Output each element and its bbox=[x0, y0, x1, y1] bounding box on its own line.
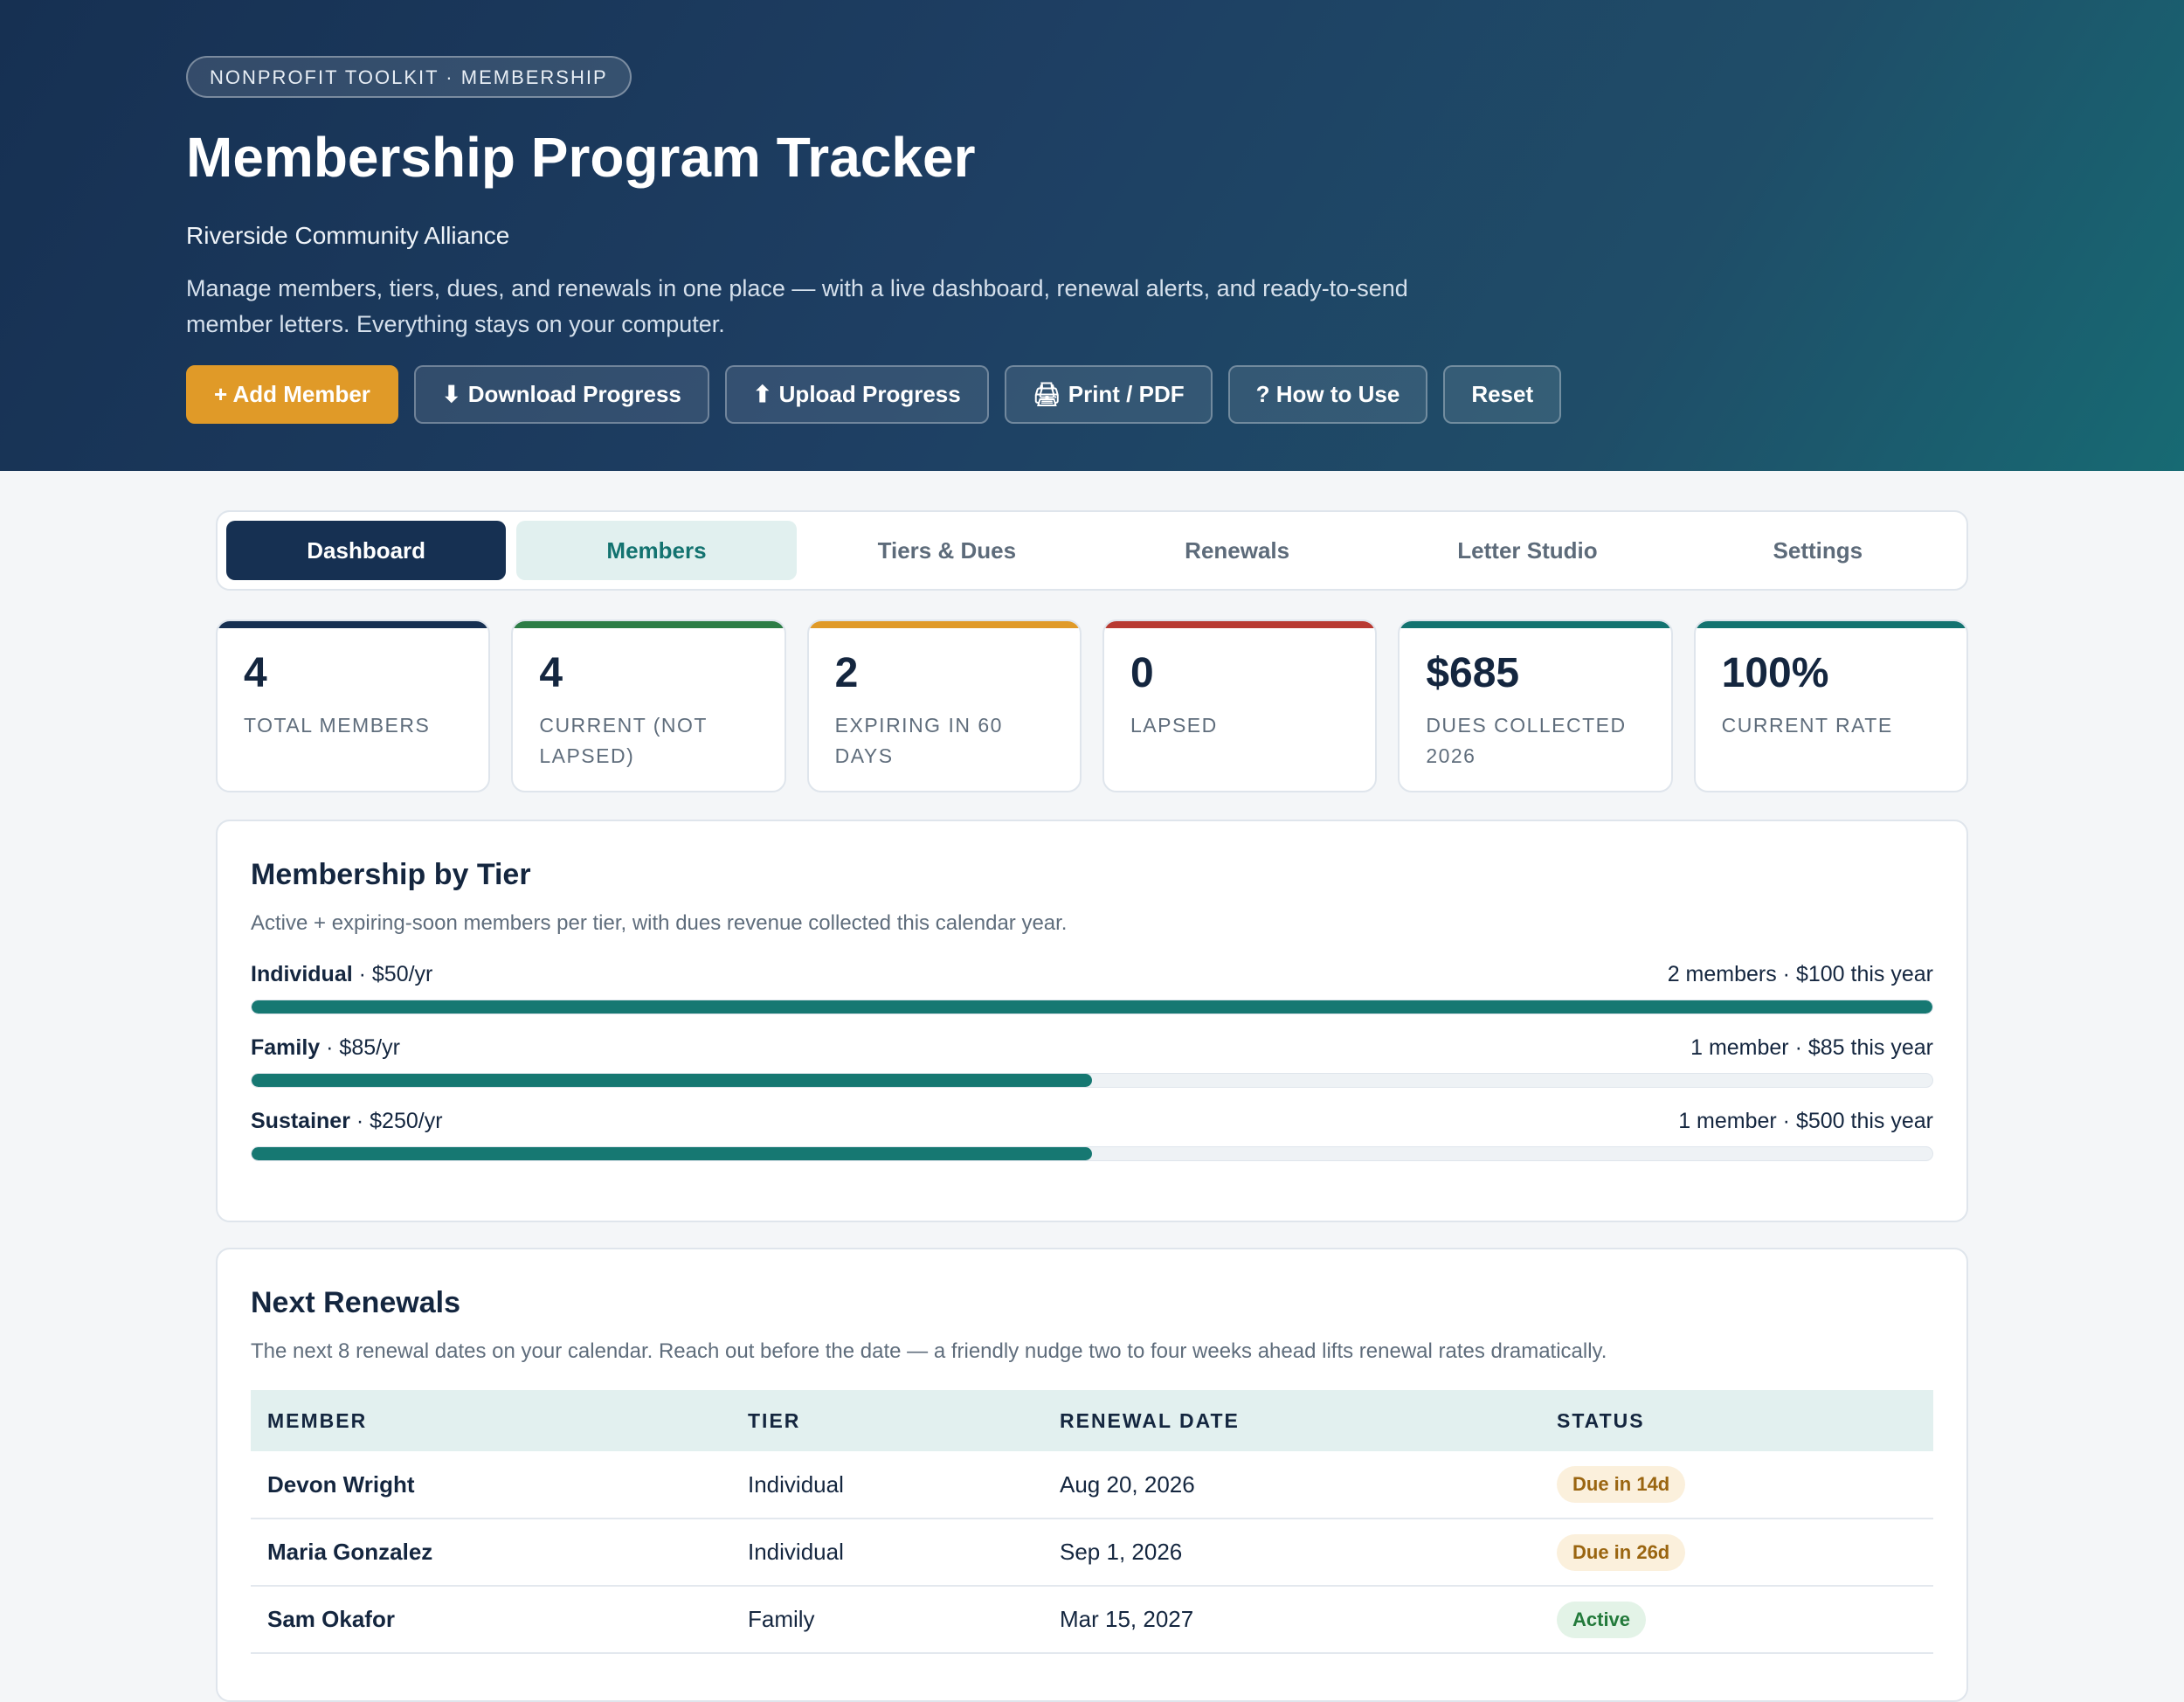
table-row: Maria Gonzalez Individual Sep 1, 2026 Du… bbox=[251, 1519, 1933, 1587]
print-pdf-button[interactable]: 🖨 Print / PDF bbox=[1004, 365, 1213, 424]
panel-subtitle: The next 8 renewal dates on your calenda… bbox=[251, 1339, 1607, 1363]
tab-dashboard[interactable]: Dashboard bbox=[226, 521, 507, 580]
stat-card-expiring: 2 Expiring in 60 days bbox=[806, 619, 1082, 792]
status-badge: Due in 26d bbox=[1557, 1533, 1686, 1571]
upload-progress-button[interactable]: ⬆ Upload Progress bbox=[724, 365, 989, 424]
stat-value: 4 bbox=[539, 650, 563, 696]
organization-name: Riverside Community Alliance bbox=[186, 222, 510, 249]
tier-price: · $50/yr bbox=[352, 962, 433, 986]
how-to-use-button[interactable]: ? How to Use bbox=[1227, 365, 1428, 424]
print-pdf-label: Print / PDF bbox=[1068, 381, 1185, 407]
tier-summary: 1 member · $85 this year bbox=[1690, 1035, 1933, 1060]
column-header-tier: TIER bbox=[748, 1408, 801, 1432]
main-tabs: Dashboard Members Tiers & Dues Renewals … bbox=[216, 510, 1968, 591]
tier-name: Individual bbox=[251, 962, 353, 986]
upload-icon: ⬆ bbox=[752, 381, 772, 407]
stat-label: Current (not lapsed) bbox=[539, 714, 708, 767]
status-badge: Active bbox=[1557, 1601, 1647, 1638]
hero-content: NONPROFIT TOOLKIT · MEMBERSHIP Membershi… bbox=[186, 56, 2021, 424]
next-renewals-panel: Next Renewals The next 8 renewal dates o… bbox=[216, 1248, 1968, 1702]
stat-cards: 4 Total Members 4 Current (not lapsed) 2… bbox=[216, 619, 1968, 792]
printer-icon: 🖨 bbox=[1032, 381, 1061, 407]
stat-card-lapsed: 0 Lapsed bbox=[1102, 619, 1378, 792]
add-member-label: + Add Member bbox=[214, 381, 370, 407]
reset-button[interactable]: Reset bbox=[1443, 365, 1562, 424]
stat-value: 2 bbox=[834, 650, 859, 696]
tier-summary: 1 member · $500 this year bbox=[1678, 1109, 1933, 1133]
action-bar: + Add Member ⬇ Download Progress ⬆ Uploa… bbox=[186, 365, 1562, 424]
table-row: Devon Wright Individual Aug 20, 2026 Due… bbox=[251, 1451, 1933, 1519]
stat-label: Dues collected 2026 bbox=[1426, 714, 1627, 767]
member-tier: Individual bbox=[731, 1451, 1043, 1519]
page-title: Membership Program Tracker bbox=[186, 126, 976, 189]
tab-settings[interactable]: Settings bbox=[1678, 521, 1958, 580]
tier-row-family: Family · $85/yr 1 member · $85 this year bbox=[251, 1035, 1933, 1088]
stat-value: 0 bbox=[1130, 650, 1154, 696]
tier-price: · $85/yr bbox=[320, 1035, 400, 1060]
stat-card-total-members: 4 Total Members bbox=[216, 619, 491, 792]
tier-progress-fill bbox=[252, 1147, 1092, 1160]
tier-row-sustainer: Sustainer · $250/yr 1 member · $500 this… bbox=[251, 1109, 1933, 1161]
panel-subtitle: Active + expiring-soon members per tier,… bbox=[251, 911, 1068, 935]
table-row: Sam Okafor Family Mar 15, 2027 Active bbox=[251, 1586, 1933, 1654]
tier-progress-fill bbox=[252, 1000, 1932, 1014]
stat-value: $685 bbox=[1426, 650, 1520, 696]
stat-value: 100% bbox=[1721, 650, 1829, 696]
tab-members[interactable]: Members bbox=[516, 521, 797, 580]
status-badge: Due in 14d bbox=[1557, 1466, 1686, 1503]
member-tier: Individual bbox=[731, 1519, 1043, 1587]
renewal-date: Mar 15, 2027 bbox=[1043, 1586, 1540, 1654]
stat-label: Current rate bbox=[1721, 714, 1893, 737]
tier-price: · $250/yr bbox=[349, 1109, 443, 1133]
stat-label: Expiring in 60 days bbox=[834, 714, 1003, 767]
renewal-date: Sep 1, 2026 bbox=[1043, 1519, 1540, 1587]
member-name: Sam Okafor bbox=[251, 1586, 731, 1654]
panel-title: Membership by Tier bbox=[251, 858, 531, 891]
table-header-row: MEMBER TIER RENEWAL DATE STATUS bbox=[251, 1390, 1933, 1451]
stat-label: Total Members bbox=[244, 714, 431, 737]
column-header-member: MEMBER bbox=[267, 1408, 368, 1432]
page-description: Manage members, tiers, dues, and renewal… bbox=[186, 275, 1408, 337]
tier-name: Family bbox=[251, 1035, 321, 1060]
stat-card-current: 4 Current (not lapsed) bbox=[511, 619, 786, 792]
stat-value: 4 bbox=[244, 650, 267, 696]
tier-progress-bar bbox=[251, 1000, 1933, 1014]
add-member-button[interactable]: + Add Member bbox=[186, 365, 398, 424]
member-tier: Family bbox=[731, 1586, 1043, 1654]
stat-card-dues-collected: $685 Dues collected 2026 bbox=[1398, 619, 1673, 792]
tier-row-individual: Individual · $50/yr 2 members · $100 thi… bbox=[251, 962, 1933, 1014]
tab-letter-studio[interactable]: Letter Studio bbox=[1387, 521, 1667, 580]
column-header-status: STATUS bbox=[1557, 1408, 1645, 1432]
eyebrow-badge: NONPROFIT TOOLKIT · MEMBERSHIP bbox=[186, 56, 632, 98]
tab-renewals[interactable]: Renewals bbox=[1097, 521, 1377, 580]
tier-progress-fill bbox=[252, 1074, 1092, 1087]
renewals-table: MEMBER TIER RENEWAL DATE STATUS Devon Wr… bbox=[251, 1390, 1933, 1654]
tier-progress-bar bbox=[251, 1073, 1933, 1088]
download-progress-button[interactable]: ⬇ Download Progress bbox=[413, 365, 709, 424]
reset-label: Reset bbox=[1471, 381, 1534, 407]
how-to-use-label: ? How to Use bbox=[1255, 381, 1400, 407]
download-icon: ⬇ bbox=[441, 381, 461, 407]
hero-header: NONPROFIT TOOLKIT · MEMBERSHIP Membershi… bbox=[0, 0, 2184, 471]
tier-summary: 2 members · $100 this year bbox=[1667, 962, 1933, 986]
column-header-renewal-date: RENEWAL DATE bbox=[1060, 1408, 1240, 1432]
tier-name: Sustainer bbox=[251, 1109, 350, 1133]
renewal-date: Aug 20, 2026 bbox=[1043, 1451, 1540, 1519]
upload-progress-label: Upload Progress bbox=[778, 381, 961, 407]
tier-progress-bar bbox=[251, 1146, 1933, 1161]
membership-by-tier-panel: Membership by Tier Active + expiring-soo… bbox=[216, 820, 1968, 1222]
stat-label: Lapsed bbox=[1130, 714, 1218, 737]
member-name: Maria Gonzalez bbox=[251, 1519, 731, 1587]
tab-tiers-dues[interactable]: Tiers & Dues bbox=[807, 521, 1087, 580]
download-progress-label: Download Progress bbox=[467, 381, 681, 407]
panel-title: Next Renewals bbox=[251, 1286, 460, 1319]
member-name: Devon Wright bbox=[251, 1451, 731, 1519]
stat-card-current-rate: 100% Current rate bbox=[1693, 619, 1968, 792]
